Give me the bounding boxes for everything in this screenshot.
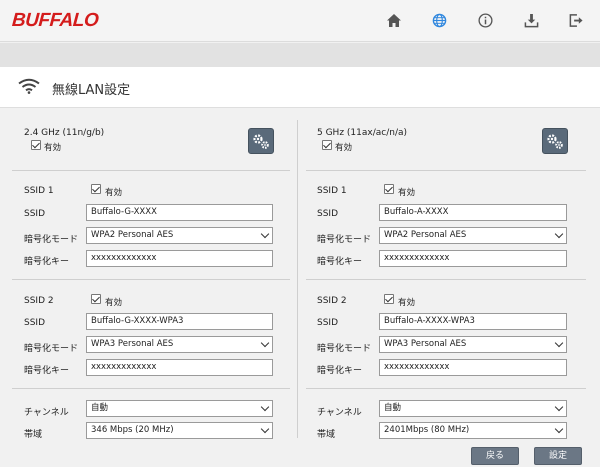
- ssid1-mode-select[interactable]: WPA2 Personal AES: [86, 227, 273, 244]
- ssid2-label: SSID 2: [317, 296, 347, 306]
- gears-icon: [253, 134, 269, 149]
- band-enabled-label: 有効: [335, 143, 353, 153]
- ssid1-enabled-checkbox[interactable]: [384, 184, 394, 194]
- section-divider: [12, 170, 290, 171]
- ssid2-key-label: 暗号化キー: [24, 366, 70, 376]
- ssid1-key-input[interactable]: xxxxxxxxxxxxx: [379, 250, 567, 267]
- advanced-settings-button[interactable]: [542, 128, 568, 154]
- band-enabled-checkbox[interactable]: [31, 140, 41, 150]
- band-name: 2.4 GHz (11n/g/b): [24, 128, 105, 138]
- channel-label: チャンネル: [24, 408, 69, 418]
- ssid2-mode-select[interactable]: WPA3 Personal AES: [86, 336, 273, 353]
- ssid1-ssid-input[interactable]: Buffalo-G-XXXX: [86, 204, 273, 221]
- ssid2-ssid-label: SSID: [24, 318, 46, 328]
- ssid1-mode-label: 暗号化モード: [317, 235, 372, 245]
- ssid2-mode-label: 暗号化モード: [24, 344, 79, 354]
- band-enabled-checkbox[interactable]: [322, 140, 332, 150]
- ssid2-ssid-input[interactable]: Buffalo-G-XXXX-WPA3: [86, 313, 273, 330]
- ssid2-enabled-checkbox[interactable]: [384, 294, 394, 304]
- ssid1-enabled-checkbox[interactable]: [91, 184, 101, 194]
- top-bar: BUFFALO: [0, 0, 600, 42]
- channel-select[interactable]: 自動: [379, 400, 567, 417]
- ssid1-enabled-label: 有効: [398, 188, 416, 198]
- ssid1-ssid-label: SSID: [317, 209, 339, 219]
- chevron-down-icon: [260, 402, 270, 412]
- band-enabled-label: 有効: [44, 143, 62, 153]
- ssid2-ssid-input[interactable]: Buffalo-A-XXXX-WPA3: [379, 313, 567, 330]
- section-divider: [306, 170, 586, 171]
- ssid1-enabled-label: 有効: [105, 188, 123, 198]
- chevron-down-icon: [260, 424, 270, 434]
- chevron-down-icon: [554, 424, 564, 434]
- ssid2-mode-value: WPA3 Personal AES: [91, 339, 174, 349]
- chevron-down-icon: [554, 402, 564, 412]
- band-name: 5 GHz (11ax/ac/n/a): [317, 128, 408, 138]
- ssid1-ssid-input[interactable]: Buffalo-A-XXXX: [379, 204, 567, 221]
- buffalo-logo[interactable]: BUFFALO: [11, 10, 99, 32]
- ssid1-mode-label: 暗号化モード: [24, 235, 79, 245]
- bandwidth-label: 帯域: [24, 430, 43, 440]
- chevron-down-icon: [554, 229, 564, 239]
- ssid1-key-label: 暗号化キー: [317, 257, 363, 267]
- ssid2-key-label: 暗号化キー: [317, 366, 363, 376]
- gears-icon: [547, 134, 563, 149]
- channel-value: 自動: [91, 403, 109, 413]
- bandwidth-value: 346 Mbps (20 MHz): [91, 425, 174, 435]
- ssid2-key-input[interactable]: xxxxxxxxxxxxx: [86, 359, 273, 376]
- chevron-down-icon: [554, 338, 564, 348]
- globe-icon[interactable]: [429, 10, 449, 30]
- bandwidth-select[interactable]: 346 Mbps (20 MHz): [86, 422, 273, 439]
- section-divider: [12, 388, 290, 389]
- back-button[interactable]: 戻る: [471, 447, 519, 465]
- apply-button[interactable]: 設定: [534, 447, 582, 465]
- logout-icon[interactable]: [566, 10, 586, 30]
- wifi-icon: [18, 78, 40, 98]
- column-divider: [297, 120, 298, 438]
- bandwidth-select[interactable]: 2401Mbps (80 MHz): [379, 422, 567, 439]
- ssid2-mode-select[interactable]: WPA3 Personal AES: [379, 336, 567, 353]
- section-divider: [306, 388, 586, 389]
- bandwidth-label: 帯域: [317, 430, 336, 440]
- ssid1-mode-value: WPA2 Personal AES: [384, 230, 467, 240]
- channel-value: 自動: [384, 403, 402, 413]
- channel-select[interactable]: 自動: [86, 400, 273, 417]
- download-icon[interactable]: [521, 10, 541, 30]
- ssid2-key-input[interactable]: xxxxxxxxxxxxx: [379, 359, 567, 376]
- bandwidth-value: 2401Mbps (80 MHz): [384, 425, 470, 435]
- info-icon[interactable]: [475, 10, 495, 30]
- ssid1-ssid-label: SSID: [24, 209, 46, 219]
- section-divider: [12, 279, 290, 280]
- ssid1-mode-select[interactable]: WPA2 Personal AES: [379, 227, 567, 244]
- home-icon[interactable]: [384, 10, 404, 30]
- ssid1-label: SSID 1: [317, 186, 347, 196]
- page-title: 無線LAN設定: [52, 83, 131, 98]
- ssid1-key-input[interactable]: xxxxxxxxxxxxx: [86, 250, 273, 267]
- chevron-down-icon: [260, 229, 270, 239]
- header-band: [0, 43, 600, 67]
- ssid2-mode-value: WPA3 Personal AES: [384, 339, 467, 349]
- ssid2-enabled-label: 有効: [105, 298, 123, 308]
- section-divider: [306, 279, 586, 280]
- ssid2-label: SSID 2: [24, 296, 54, 306]
- ssid2-mode-label: 暗号化モード: [317, 344, 372, 354]
- ssid1-label: SSID 1: [24, 186, 54, 196]
- advanced-settings-button[interactable]: [248, 128, 274, 154]
- ssid2-enabled-label: 有効: [398, 298, 416, 308]
- chevron-down-icon: [260, 338, 270, 348]
- ssid2-ssid-label: SSID: [317, 318, 339, 328]
- channel-label: チャンネル: [317, 408, 362, 418]
- ssid1-key-label: 暗号化キー: [24, 257, 70, 267]
- page-header: 無線LAN設定: [0, 67, 600, 108]
- ssid1-mode-value: WPA2 Personal AES: [91, 230, 174, 240]
- ssid2-enabled-checkbox[interactable]: [91, 294, 101, 304]
